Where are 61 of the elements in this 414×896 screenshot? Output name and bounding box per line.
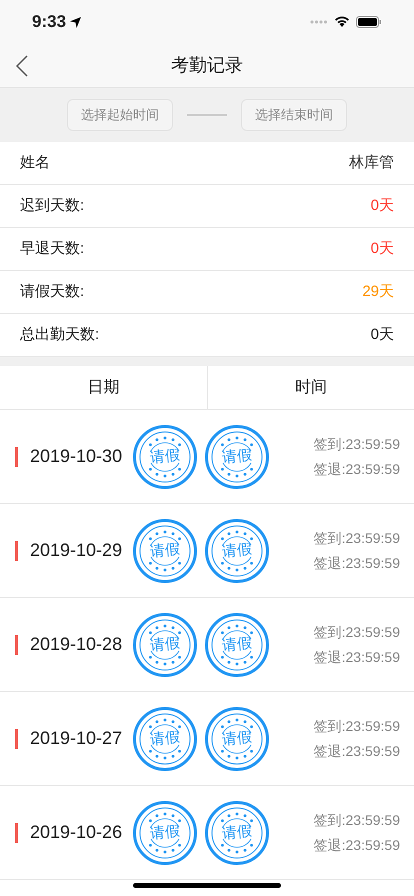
stars-icon (139, 806, 191, 858)
stamp-text: 请假 (149, 635, 181, 654)
stars-icon (211, 806, 263, 858)
row-marker (15, 446, 18, 466)
date-text: 2019-10-26 (30, 821, 124, 844)
check-in-time: 签到:23:59:59 (314, 622, 400, 642)
date-text: 2019-10-27 (30, 727, 124, 750)
stamp-text: 请假 (221, 541, 253, 560)
stamp-text: 请假 (149, 823, 181, 842)
chevron-left-icon (16, 55, 28, 77)
check-in-time: 签到:23:59:59 (314, 716, 400, 736)
row-marker (15, 822, 18, 842)
summary-value: 林库管 (349, 152, 394, 173)
end-time-field[interactable]: 选择结束时间 (241, 99, 347, 131)
stamp-text: 请假 (221, 729, 253, 748)
stars-icon (211, 618, 263, 670)
stars-icon (139, 524, 191, 576)
check-out-time: 签退:23:59:59 (314, 554, 400, 572)
check-out-time: 签退:23:59:59 (314, 648, 400, 666)
summary-value: 0天 (370, 324, 394, 345)
wifi-icon (334, 16, 350, 28)
row-marker (15, 634, 18, 654)
row-marker (15, 728, 18, 748)
date-text: 2019-10-29 (30, 539, 124, 562)
column-header: 日期 (87, 378, 120, 398)
date-text: 2019-10-28 (30, 633, 124, 656)
location-icon (70, 16, 82, 28)
summary-label: 姓名 (20, 152, 50, 173)
stars-icon (139, 618, 191, 670)
summary-value: 29天 (362, 282, 394, 302)
stars-icon (139, 712, 191, 764)
stars-icon (211, 430, 263, 482)
column-header: 时间 (294, 378, 327, 398)
signal-icon (310, 20, 328, 24)
stamp-text: 请假 (221, 823, 253, 842)
page-title: 考勤记录 (171, 54, 243, 77)
summary-label: 请假天数: (20, 282, 84, 302)
check-out-time: 签退:23:59:59 (314, 460, 400, 478)
stars-icon (211, 524, 263, 576)
stars-icon (139, 430, 191, 482)
date-text: 2019-10-30 (30, 445, 124, 468)
summary-label: 总出勤天数: (20, 324, 100, 345)
stamp-text: 请假 (221, 447, 253, 466)
stamp-text: 请假 (149, 729, 181, 748)
check-in-time: 签到:23:59:59 (314, 810, 400, 830)
check-out-time: 签退:23:59:59 (314, 836, 400, 854)
battery-icon (356, 16, 382, 28)
summary-value: 0天 (370, 196, 394, 216)
summary-value: 0天 (370, 238, 394, 259)
stars-icon (211, 712, 263, 764)
check-in-time: 签到:23:59:59 (314, 528, 400, 548)
check-in-time: 签到:23:59:59 (314, 434, 400, 454)
stamp-text: 请假 (149, 541, 181, 560)
check-out-time: 签退:23:59:59 (314, 742, 400, 760)
status-time: 9:33 (32, 9, 82, 35)
stamp-text: 请假 (221, 635, 253, 654)
summary-label: 迟到天数: (20, 196, 84, 216)
row-marker (15, 540, 18, 560)
start-time-field[interactable]: 选择起始时间 (67, 99, 173, 131)
summary-label: 早退天数: (20, 238, 84, 259)
stamp-text: 请假 (149, 447, 181, 466)
